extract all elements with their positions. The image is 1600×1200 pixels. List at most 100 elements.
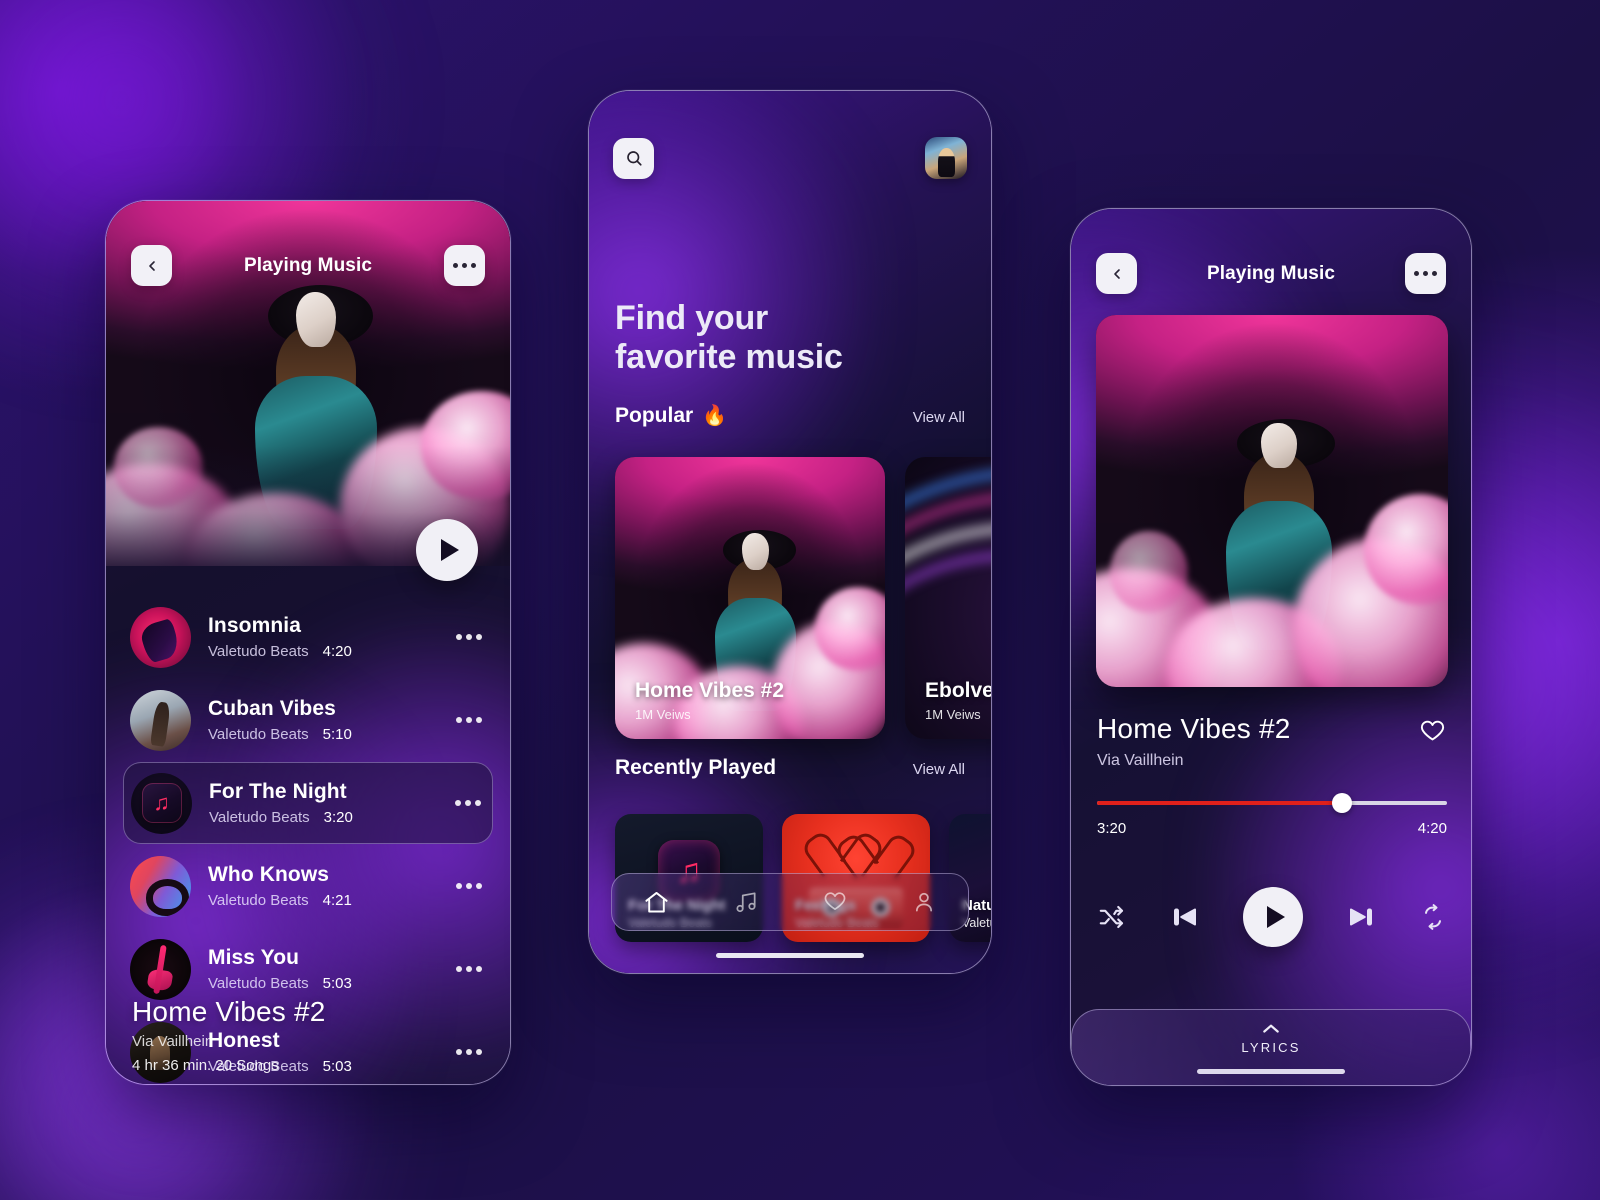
- play-icon: [1266, 906, 1285, 928]
- heart-outline-icon: [1420, 720, 1445, 741]
- popular-card-title: Home Vibes #2: [635, 679, 785, 702]
- popular-card-ebolve[interactable]: Ebolve 1M Veiws: [905, 457, 991, 739]
- lyrics-label: LYRICS: [1241, 1040, 1301, 1055]
- track-more-button[interactable]: [456, 717, 482, 723]
- total-time: 4:20: [1417, 820, 1447, 837]
- track-more-button[interactable]: [456, 1049, 482, 1055]
- chevron-left-icon: [1113, 268, 1120, 279]
- home-screen-body: Find your favorite music Popular 🔥 View …: [589, 91, 991, 973]
- track-subinfo: Valetudo Beats 5:10: [208, 726, 456, 743]
- track-row[interactable]: Insomnia Valetudo Beats 4:20: [106, 596, 510, 678]
- player-now-playing-info: Home Vibes #2 Via Vaillhein: [1097, 713, 1447, 770]
- track-duration: 5:10: [322, 726, 352, 743]
- search-button[interactable]: [613, 137, 654, 179]
- progress-thumb[interactable]: [1332, 793, 1352, 813]
- phone-player-screen: Playing Music Home Vibes #2 Via Vaillhei…: [1070, 208, 1472, 1086]
- phone-home-screen: Find your favorite music Popular 🔥 View …: [588, 90, 992, 974]
- track-row[interactable]: Who Knows Valetudo Beats 4:21: [106, 845, 510, 927]
- track-meta: Who Knows Valetudo Beats 4:21: [208, 863, 456, 909]
- back-button[interactable]: [131, 245, 172, 286]
- shuffle-icon: [1099, 905, 1124, 929]
- popular-card-row[interactable]: Home Vibes #2 1M Veiws Ebolve 1M Veiws: [615, 457, 991, 739]
- track-subinfo: Valetudo Beats 3:20: [209, 809, 455, 826]
- popular-card-home-vibes[interactable]: Home Vibes #2 1M Veiws: [615, 457, 885, 739]
- track-duration: 5:03: [322, 1058, 352, 1075]
- track-duration: 3:20: [323, 809, 353, 826]
- track-row[interactable]: Cuban Vibes Valetudo Beats 5:10: [106, 679, 510, 761]
- track-meta: For The Night Valetudo Beats 3:20: [209, 780, 455, 826]
- popular-card-views: 1M Veiws: [925, 707, 981, 722]
- shuffle-button[interactable]: [1097, 902, 1127, 932]
- track-artist: Valetudo Beats: [208, 726, 309, 743]
- recently-played-view-all-link[interactable]: View All: [913, 761, 965, 778]
- profile-icon: [915, 892, 932, 912]
- track-subinfo: Valetudo Beats 5:03: [208, 975, 456, 992]
- player-progress-section: 3:20 4:20: [1097, 793, 1447, 837]
- track-name: Miss You: [208, 946, 300, 969]
- next-button[interactable]: [1346, 902, 1376, 932]
- more-options-button[interactable]: [1405, 253, 1446, 294]
- track-artwork: [130, 689, 191, 751]
- heart-shape-icon: [853, 832, 899, 874]
- recently-played-section-header: Recently Played View All: [615, 756, 965, 780]
- track-more-button[interactable]: [456, 883, 482, 889]
- track-artist: Valetudo Beats: [208, 975, 309, 992]
- track-meta: Cuban Vibes Valetudo Beats 5:10: [208, 697, 456, 743]
- tab-music[interactable]: [733, 889, 759, 915]
- track-meta: Miss You Valetudo Beats 5:03: [208, 946, 456, 992]
- tab-profile[interactable]: [911, 889, 937, 915]
- play-pause-button[interactable]: [1243, 887, 1303, 947]
- track-more-button[interactable]: [456, 966, 482, 972]
- popular-section-header: Popular 🔥 View All: [615, 403, 965, 428]
- track-subinfo: Valetudo Beats 4:20: [208, 643, 456, 660]
- popular-view-all-link[interactable]: View All: [913, 409, 965, 426]
- home-heading-line-2: favorite music: [615, 337, 843, 376]
- bottom-tab-bar: [611, 873, 969, 931]
- like-button[interactable]: [1418, 717, 1447, 746]
- next-icon: [1350, 908, 1373, 926]
- track-artwork: [130, 606, 191, 668]
- popular-card-caption: Home Vibes #2 1M Veiws: [635, 679, 784, 722]
- more-horizontal-icon: [1414, 271, 1437, 276]
- more-options-button[interactable]: [444, 245, 485, 286]
- track-more-button[interactable]: [456, 634, 482, 640]
- track-name: For The Night: [209, 780, 347, 803]
- repeat-icon: [1425, 904, 1441, 930]
- previous-button[interactable]: [1170, 902, 1200, 932]
- tab-favorites[interactable]: [822, 889, 848, 915]
- track-duration: 4:21: [322, 892, 352, 909]
- playlist-artist: Via Vaillhein: [132, 1033, 214, 1050]
- repeat-button[interactable]: [1419, 903, 1447, 931]
- track-artwork: ♫: [131, 772, 192, 834]
- track-name: Cuban Vibes: [208, 697, 336, 720]
- track-artist: Valetudo Beats: [209, 809, 310, 826]
- popular-card-views: 1M Veiws: [635, 707, 691, 722]
- progress-fill: [1097, 801, 1342, 805]
- track-row[interactable]: ♫ For The Night Valetudo Beats 3:20: [123, 762, 493, 844]
- previous-icon: [1174, 908, 1196, 926]
- tab-home[interactable]: [643, 889, 670, 916]
- back-button[interactable]: [1096, 253, 1137, 294]
- playlist-play-button[interactable]: [416, 519, 478, 581]
- track-artwork: [130, 855, 191, 917]
- track-duration: 4:20: [322, 643, 352, 660]
- lyrics-panel[interactable]: LYRICS: [1071, 1009, 1471, 1085]
- current-time: 3:20: [1097, 820, 1127, 837]
- playlist-screen-body: Playing Music Home Vibes #2 Via Vaillhei…: [106, 201, 510, 1084]
- now-playing-artist: Via Vaillhein: [1097, 752, 1184, 769]
- user-avatar[interactable]: [925, 137, 967, 179]
- track-more-button[interactable]: [455, 800, 481, 806]
- popular-card-caption: Ebolve 1M Veiws: [925, 679, 991, 722]
- playlist-stats: 4 hr 36 min. 20 Songs: [132, 1057, 279, 1074]
- home-topbar: [613, 137, 967, 179]
- progress-slider[interactable]: [1097, 793, 1447, 813]
- track-name: Insomnia: [208, 614, 301, 637]
- recently-played-title: Recently Played: [615, 756, 777, 779]
- track-artist: Valetudo Beats: [208, 892, 309, 909]
- player-album-artwork: [1096, 315, 1448, 687]
- chevron-up-icon: [1263, 1024, 1279, 1033]
- home-heading-line-1: Find your: [615, 299, 769, 337]
- progress-times: 3:20 4:20: [1097, 820, 1447, 837]
- popular-title: Popular: [615, 403, 694, 427]
- fire-icon: 🔥: [702, 405, 728, 427]
